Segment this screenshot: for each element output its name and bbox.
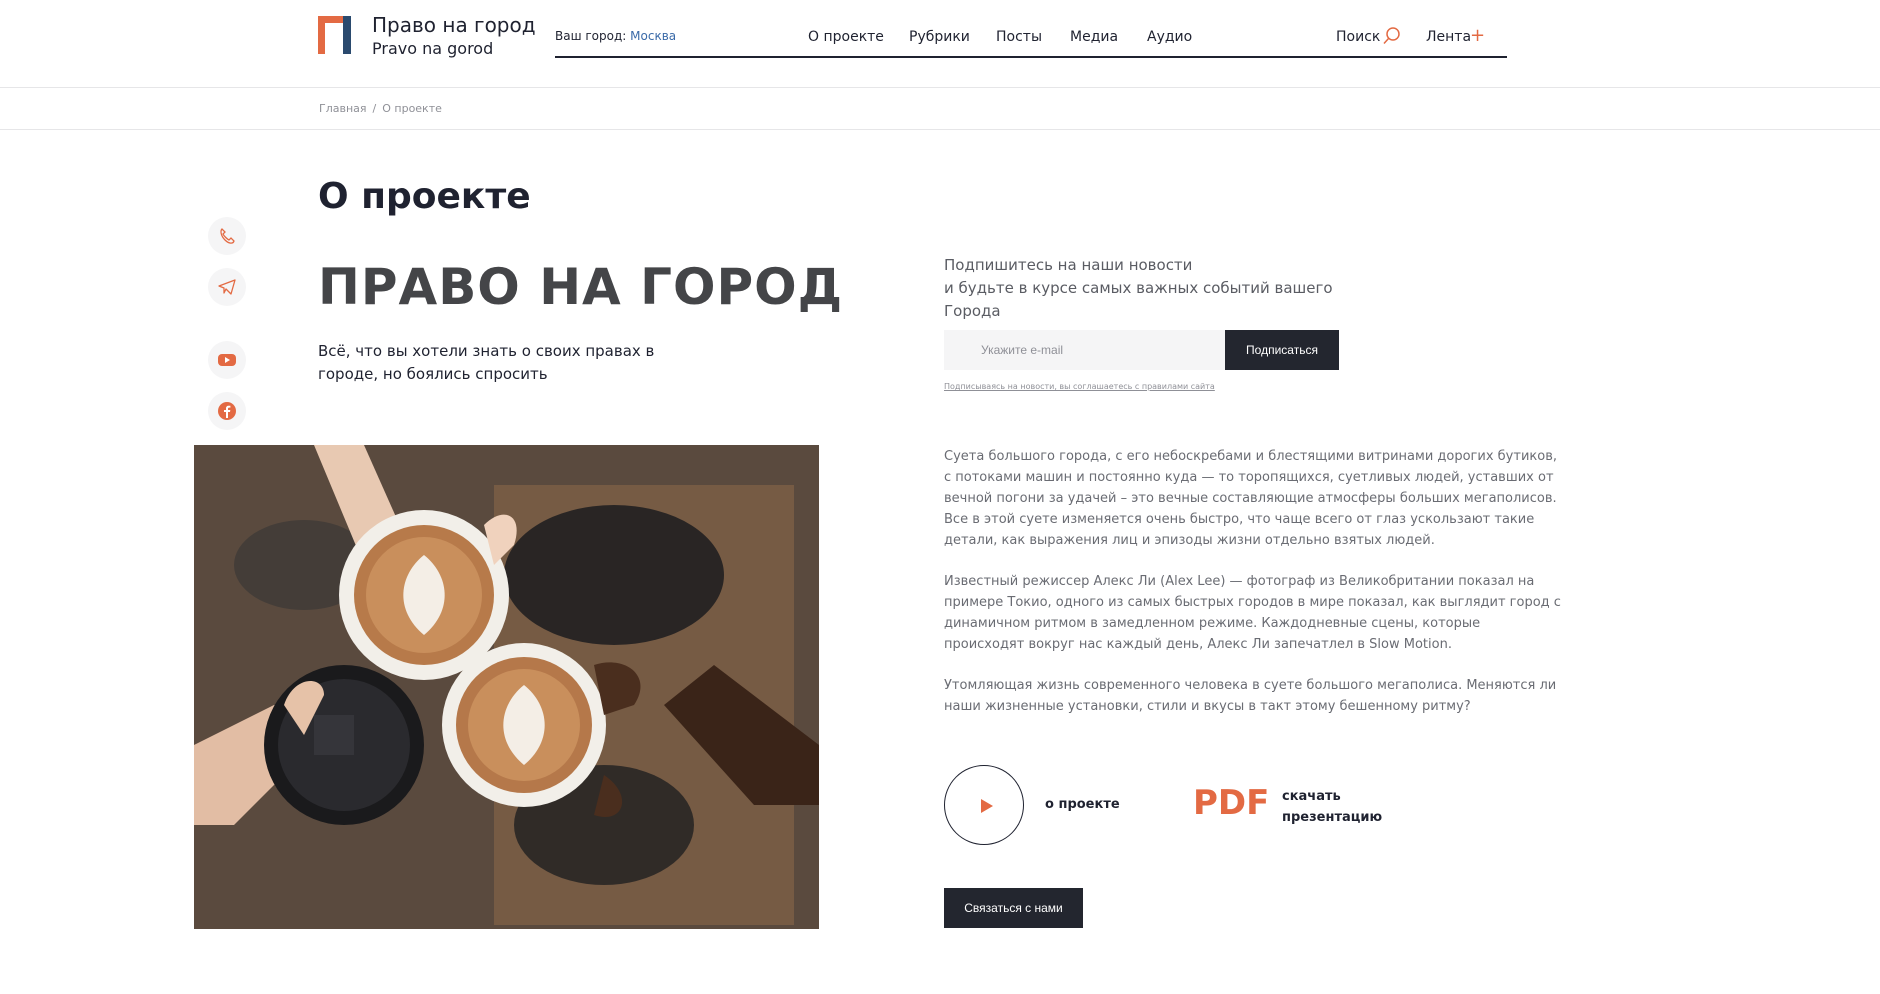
city-value[interactable]: Москва: [630, 29, 676, 43]
terms-link[interactable]: Подписываясь на новости, вы соглашаетесь…: [944, 382, 1215, 391]
youtube-icon[interactable]: [208, 341, 246, 379]
nav-item-media[interactable]: Медиа: [1070, 29, 1118, 45]
search-icon[interactable]: [1382, 26, 1402, 46]
facebook-icon[interactable]: [208, 392, 246, 430]
subscribe-text-line1: Подпишитесь на наши новости: [944, 256, 1193, 274]
paragraph-1: Суета большого города, с его небоскребам…: [944, 449, 1557, 548]
subscribe-button[interactable]: Подписаться: [1225, 330, 1339, 370]
search-label[interactable]: Поиск: [1336, 29, 1380, 45]
subscribe-text: Подпишитесь на наши новости и будьте в к…: [944, 254, 1384, 323]
subscribe-text-line2: и будьте в курсе самых важных событий ва…: [944, 279, 1333, 320]
paragraph-3: Утомляющая жизнь современного человека в…: [944, 678, 1557, 714]
nav-item-about[interactable]: О проекте: [808, 29, 884, 45]
feed-label[interactable]: Лента: [1426, 29, 1471, 45]
breadcrumb-current: О проекте: [382, 102, 442, 115]
nav-item-audio[interactable]: Аудио: [1147, 29, 1192, 45]
hero-subtitle: Всё, что вы хотели знать о своих правах …: [318, 342, 655, 383]
brand-name-ru[interactable]: Право на город: [372, 13, 536, 37]
breadcrumb-bar: Главная / О проекте: [0, 88, 1880, 130]
nav-item-rubrics[interactable]: Рубрики: [909, 29, 970, 45]
site-header: Право на город Pravo na gorod Ваш город:…: [0, 0, 1880, 88]
breadcrumb-separator: /: [372, 102, 377, 115]
page-title: О проекте: [318, 176, 531, 217]
paragraph-2: Известный режиссер Алекс Ли (Alex Lee) —…: [944, 574, 1561, 652]
brand-name-en[interactable]: Pravo na gorod: [372, 39, 493, 58]
contact-button[interactable]: Связаться с нами: [944, 888, 1083, 928]
phone-icon[interactable]: [208, 217, 246, 255]
email-field[interactable]: [944, 330, 1225, 370]
play-button[interactable]: [944, 765, 1024, 845]
coffee-photo: [194, 445, 819, 929]
nav-underline: [555, 56, 1507, 58]
city-selector[interactable]: Ваш город: Москва: [555, 29, 676, 43]
breadcrumb-home[interactable]: Главная: [319, 102, 367, 115]
hero-title: ПРАВО НА ГОРОД: [318, 258, 844, 316]
plus-icon[interactable]: +: [1470, 25, 1485, 46]
telegram-icon[interactable]: [208, 268, 246, 306]
city-label: Ваш город:: [555, 29, 627, 43]
download-presentation-link[interactable]: скачать презентацию: [1282, 786, 1402, 828]
pdf-icon[interactable]: PDF: [1193, 783, 1269, 823]
play-icon: [981, 799, 993, 813]
logo-icon[interactable]: [318, 16, 352, 54]
breadcrumb: Главная / О проекте: [319, 102, 442, 115]
about-video-label[interactable]: о проекте: [1045, 797, 1120, 812]
nav-item-posts[interactable]: Посты: [996, 29, 1042, 45]
